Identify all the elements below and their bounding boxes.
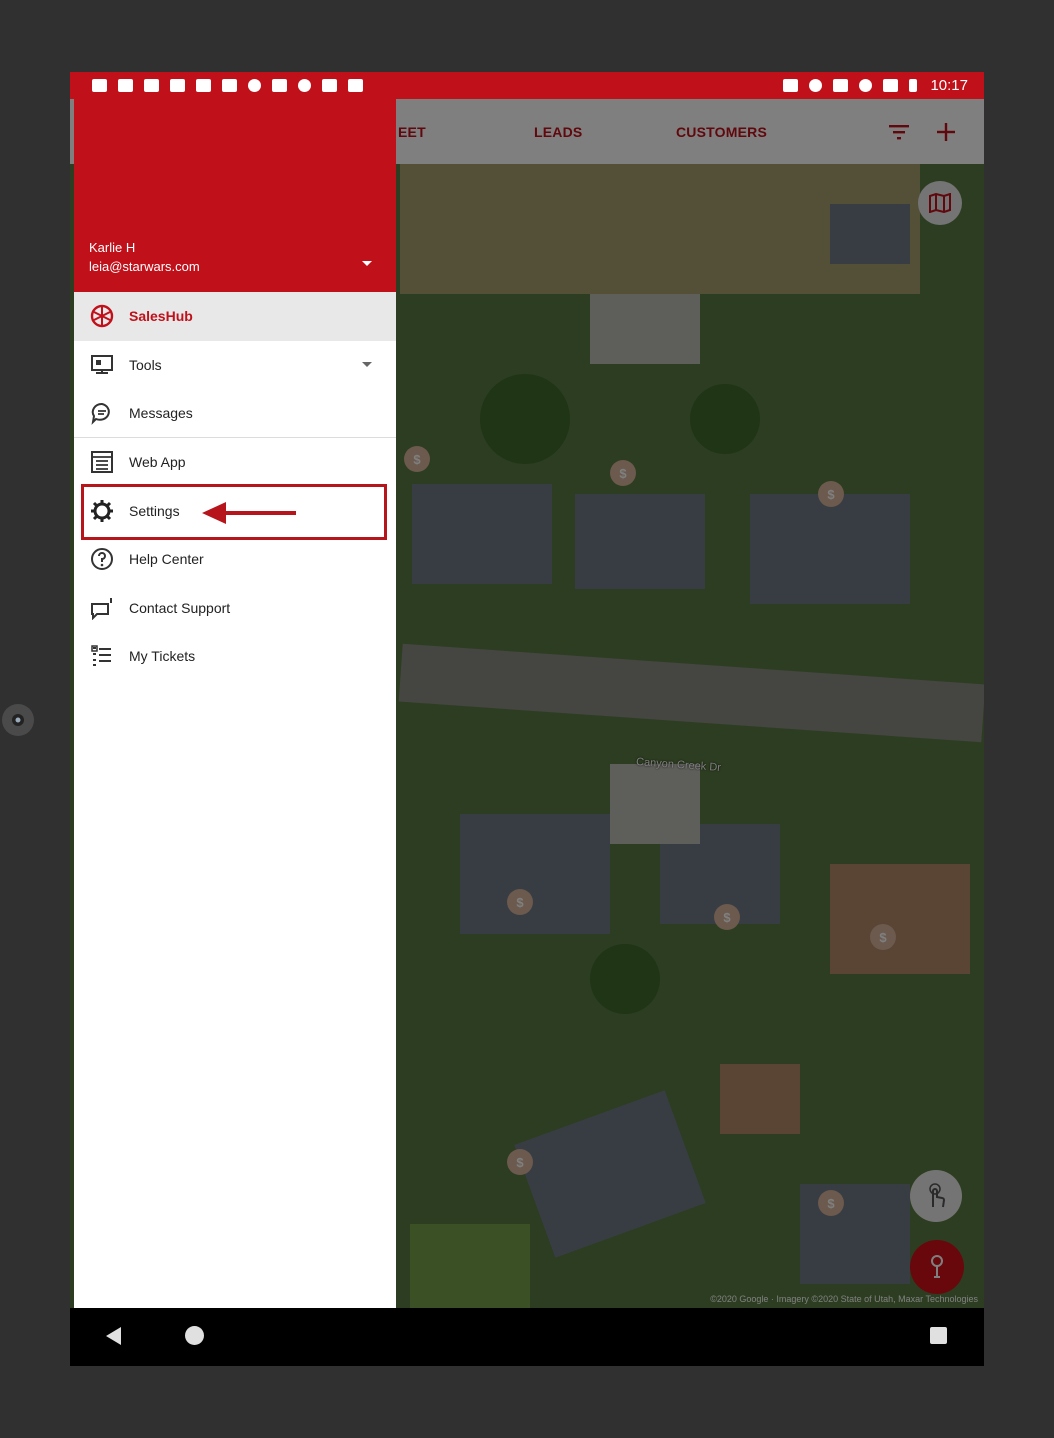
tickets-icon	[89, 643, 115, 669]
drive-icon	[144, 79, 159, 92]
menu-label: Contact Support	[129, 599, 231, 616]
record-icon	[298, 79, 311, 92]
location-icon	[809, 79, 823, 92]
arrow-left-icon	[202, 502, 296, 524]
image-icon	[222, 79, 237, 92]
menu-item-contact-support[interactable]: Contact Support	[74, 584, 396, 633]
user-email: leia@starwars.com	[89, 259, 200, 274]
system-icons: 10:17	[783, 77, 968, 94]
side-handle[interactable]	[2, 704, 34, 736]
android-nav-bar	[70, 1308, 984, 1366]
clock: 10:17	[930, 77, 968, 94]
menu-item-my-tickets[interactable]: My Tickets	[74, 632, 396, 681]
user-name: Karlie H	[89, 240, 136, 255]
do-not-disturb-icon	[859, 79, 873, 92]
messages-icon	[89, 400, 115, 426]
usb-icon	[196, 79, 211, 92]
chevron-down-icon[interactable]	[362, 362, 372, 368]
sync-icon	[322, 79, 337, 92]
menu-label: My Tickets	[129, 648, 196, 665]
record-icon	[248, 79, 261, 92]
recent-apps-icon[interactable]	[930, 1327, 947, 1344]
home-icon[interactable]	[185, 1326, 204, 1345]
tools-icon	[89, 352, 115, 378]
eye-icon	[12, 714, 24, 726]
menu-item-web-app[interactable]: Web App	[74, 438, 396, 487]
menu-item-saleshub[interactable]: SalesHub	[74, 292, 396, 341]
menu-label: SalesHub	[129, 308, 193, 325]
menu-label: Web App	[129, 454, 186, 471]
contact-support-icon	[89, 595, 115, 621]
notification-icon	[92, 79, 107, 92]
menu-label: Help Center	[129, 551, 204, 568]
notification-icons	[92, 79, 363, 92]
web-app-icon	[89, 449, 115, 475]
menu-item-messages[interactable]: Messages	[74, 389, 396, 438]
navigation-drawer: Karlie H leia@starwars.com SalesHub Tool…	[74, 99, 396, 1308]
status-bar: 10:17	[70, 72, 984, 99]
tablet-screen: 10:17 EET LEADS CUSTOMERS	[70, 72, 984, 1366]
help-icon	[89, 546, 115, 572]
cast-icon	[783, 79, 799, 92]
photo-icon	[272, 79, 287, 92]
saleshub-icon	[89, 303, 115, 329]
mail-icon	[118, 79, 133, 92]
wifi-icon	[883, 79, 899, 92]
menu-label: Messages	[129, 404, 193, 421]
drawer-header: Karlie H leia@starwars.com	[74, 99, 396, 292]
menu-item-help-center[interactable]: Help Center	[74, 535, 396, 584]
bluetooth-icon	[833, 79, 849, 92]
share-icon	[170, 79, 185, 92]
back-icon[interactable]	[106, 1327, 121, 1345]
account-dropdown-icon[interactable]	[362, 261, 372, 266]
battery-icon	[909, 79, 918, 92]
cast-icon	[348, 79, 363, 92]
menu-label: Tools	[129, 356, 162, 373]
menu-item-tools[interactable]: Tools	[74, 341, 396, 390]
